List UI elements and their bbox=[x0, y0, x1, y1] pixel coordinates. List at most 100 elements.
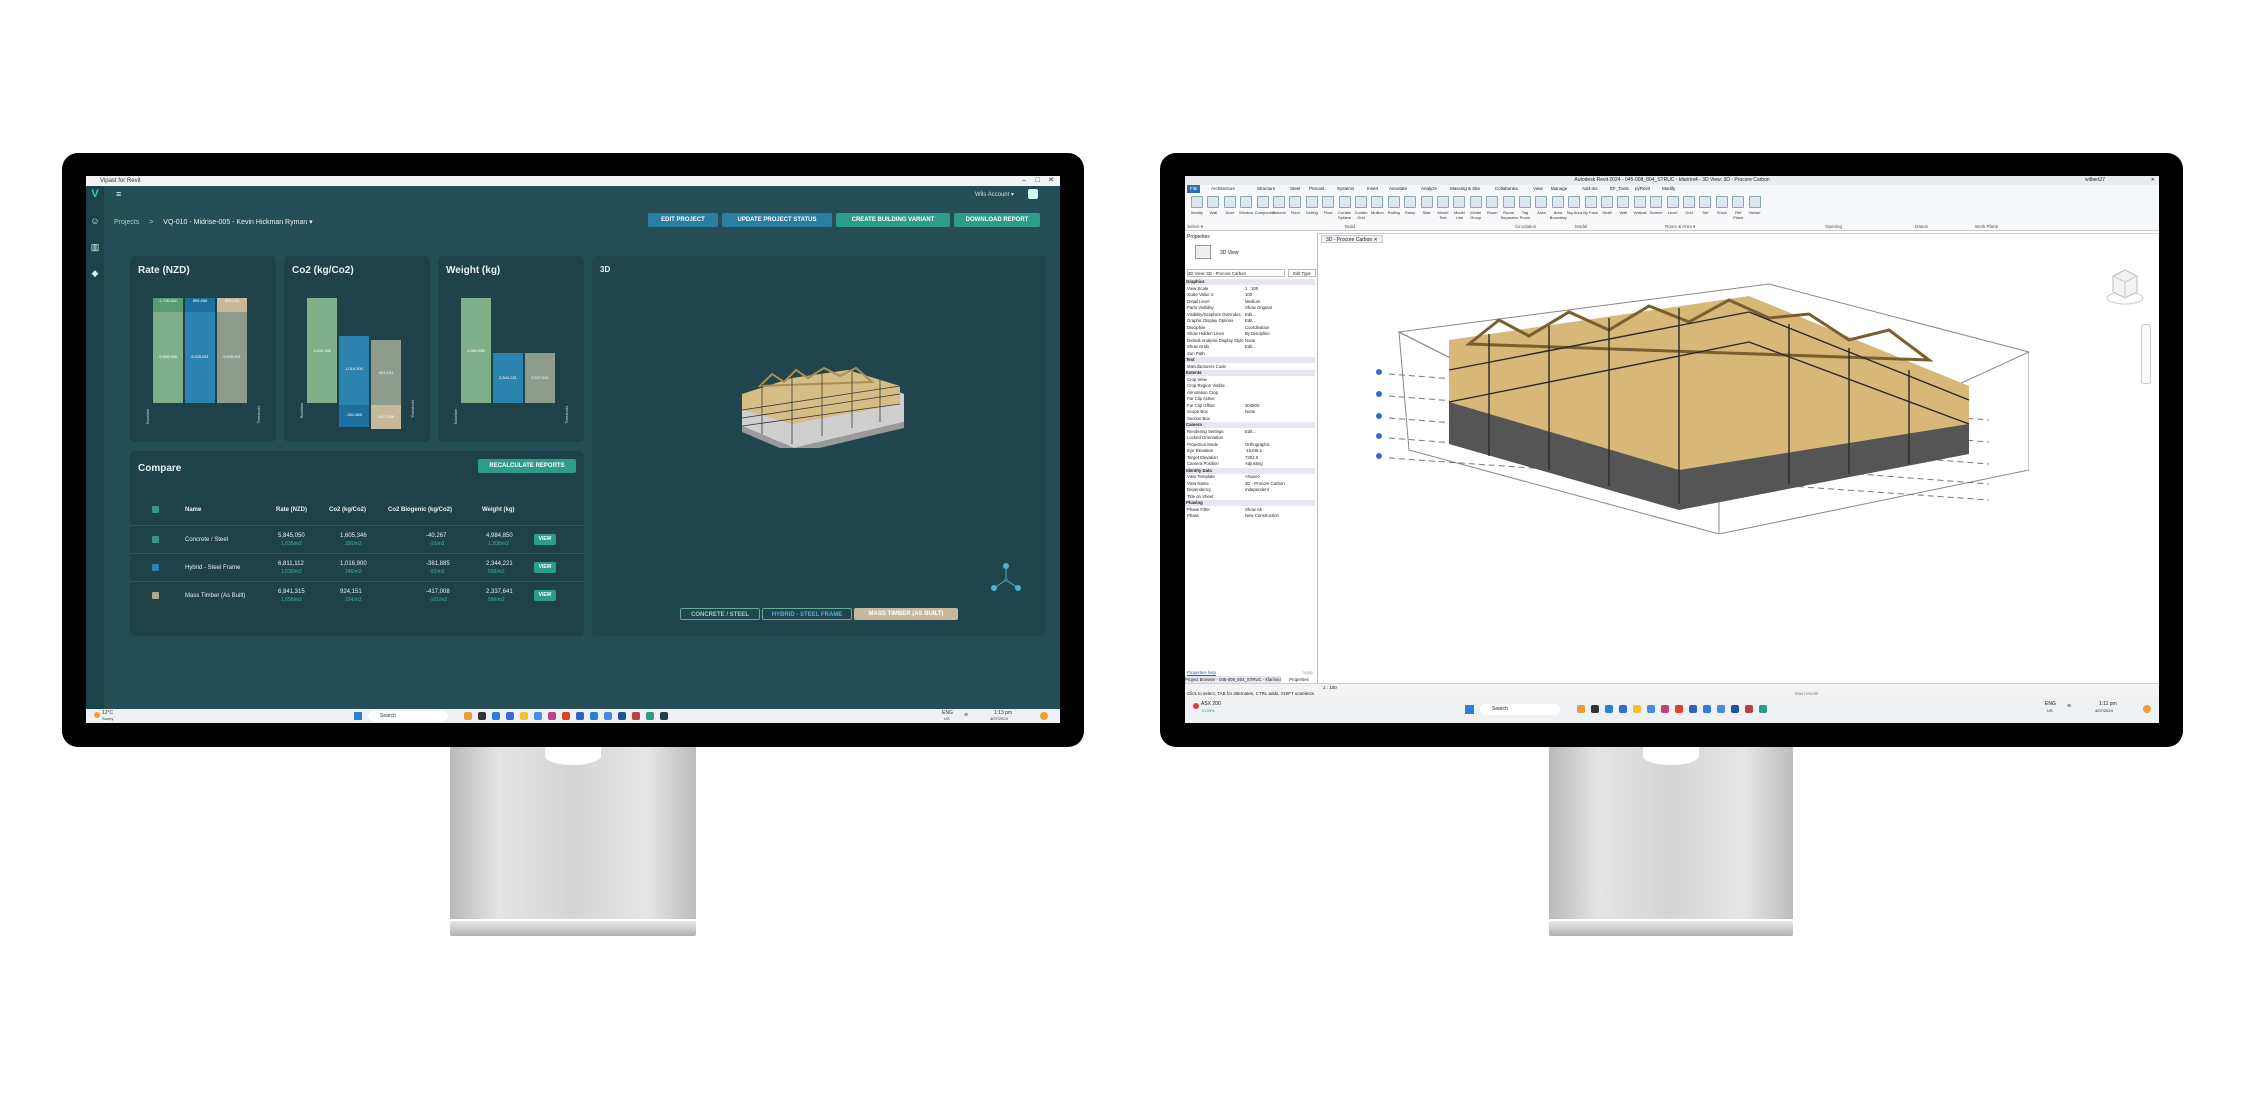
download-report-button[interactable]: DOWNLOAD REPORT bbox=[954, 213, 1040, 227]
edit-project-button[interactable]: EDIT PROJECT bbox=[648, 213, 718, 227]
app-icon[interactable] bbox=[1605, 705, 1613, 713]
app-icon[interactable] bbox=[562, 712, 570, 720]
property-value[interactable]: 3D - Procore Carbon bbox=[1245, 481, 1285, 487]
edit-type-button[interactable]: Edit Type bbox=[1288, 269, 1316, 277]
tab-addins[interactable]: Add-Ins bbox=[1582, 185, 1598, 193]
property-value[interactable]: Independent bbox=[1245, 487, 1269, 493]
main-model[interactable]: Main Model bbox=[1795, 691, 1818, 696]
app-icon[interactable] bbox=[576, 712, 584, 720]
ribbon-tool-icon[interactable] bbox=[1256, 196, 1269, 208]
app-icon[interactable] bbox=[1717, 705, 1725, 713]
app-icon[interactable] bbox=[1661, 705, 1669, 713]
navigation-bar[interactable] bbox=[2141, 324, 2151, 384]
property-value[interactable]: None bbox=[1245, 409, 1255, 415]
tab-manage[interactable]: Manage bbox=[1551, 185, 1567, 193]
row-checkbox[interactable] bbox=[152, 592, 159, 599]
variant-tab-timber[interactable]: MASS TIMBER (AS BUILT) bbox=[854, 608, 958, 620]
ribbon-tool-icon[interactable] bbox=[1273, 196, 1285, 208]
property-value[interactable]: Show All bbox=[1245, 507, 1261, 513]
app-icon[interactable] bbox=[1675, 705, 1683, 713]
axis-gizmo-icon[interactable] bbox=[988, 562, 1024, 598]
tab-collaborate[interactable]: Collaborate bbox=[1495, 185, 1518, 193]
view-button[interactable]: VIEW bbox=[534, 590, 556, 601]
ribbon-tool-icon[interactable] bbox=[1551, 196, 1564, 208]
property-value[interactable]: Adjusting bbox=[1245, 461, 1263, 467]
property-value[interactable]: <None> bbox=[1245, 474, 1260, 480]
ribbon-tool-icon[interactable] bbox=[1223, 196, 1236, 208]
ribbon-tool-icon[interactable] bbox=[1535, 196, 1548, 208]
property-value[interactable]: 304800 bbox=[1245, 403, 1259, 409]
app-icon[interactable] bbox=[632, 712, 640, 720]
app-icon[interactable] bbox=[1577, 705, 1585, 713]
ribbon-tool-icon[interactable] bbox=[1289, 196, 1302, 208]
variant-tab-concrete[interactable]: CONCRETE / STEEL bbox=[680, 608, 760, 620]
app-icon[interactable] bbox=[1703, 705, 1711, 713]
app-icon[interactable] bbox=[1591, 705, 1599, 713]
ribbon-tool-icon[interactable] bbox=[1371, 196, 1384, 208]
viewcube-icon[interactable] bbox=[2105, 264, 2145, 308]
language[interactable]: ENG bbox=[2045, 701, 2056, 707]
menu-icon[interactable]: ≡ bbox=[116, 189, 121, 199]
ribbon-tool-icon[interactable] bbox=[1469, 196, 1482, 208]
ribbon-tool-icon[interactable] bbox=[1437, 196, 1449, 208]
ribbon-tool-icon[interactable] bbox=[1207, 196, 1220, 208]
ribbon-tool-icon[interactable] bbox=[1355, 196, 1367, 208]
property-value[interactable]: Edit... bbox=[1245, 318, 1256, 324]
recalculate-reports-button[interactable]: RECALCULATE REPORTS bbox=[478, 459, 576, 473]
apply-button[interactable]: Apply bbox=[1302, 670, 1313, 675]
row-checkbox[interactable] bbox=[152, 564, 159, 571]
property-group-header[interactable]: Graphics bbox=[1185, 279, 1315, 285]
tab-analyze[interactable]: Analyze bbox=[1421, 185, 1437, 193]
tab-view[interactable]: View bbox=[1533, 185, 1543, 193]
app-icon[interactable] bbox=[1731, 705, 1739, 713]
wifi-icon[interactable]: ≋ bbox=[2067, 703, 2071, 709]
ribbon-tool-icon[interactable] bbox=[1732, 196, 1745, 208]
app-icon[interactable] bbox=[1689, 705, 1697, 713]
properties-tab[interactable]: Properties bbox=[1282, 676, 1316, 683]
ribbon-tool-icon[interactable] bbox=[1502, 196, 1515, 208]
app-icon[interactable] bbox=[492, 712, 500, 720]
property-value[interactable]: By Discipline bbox=[1245, 331, 1270, 337]
3d-viewport[interactable]: 3D - Procore Carbon ✕ bbox=[1319, 233, 2159, 683]
ribbon-tool-icon[interactable] bbox=[1305, 196, 1318, 208]
property-group-header[interactable]: Text bbox=[1185, 357, 1315, 363]
building-icon[interactable]: ▥ bbox=[86, 242, 104, 253]
app-icon[interactable] bbox=[506, 712, 514, 720]
property-value[interactable]: Edit... bbox=[1245, 429, 1256, 435]
maximize-icon[interactable]: □ bbox=[1036, 176, 1040, 186]
property-group-header[interactable]: Camera bbox=[1185, 422, 1315, 428]
app-icon[interactable] bbox=[1745, 705, 1753, 713]
app-icon[interactable] bbox=[534, 712, 542, 720]
ribbon-tool-icon[interactable] bbox=[1191, 196, 1203, 208]
app-icon[interactable] bbox=[660, 712, 668, 720]
browser-tab[interactable]: Project Browser - 045-008_804_STRUC - kf… bbox=[1185, 676, 1281, 683]
tab-eftools[interactable]: EF_Tools bbox=[1610, 185, 1629, 193]
start-icon[interactable] bbox=[354, 712, 362, 720]
ribbon-tool-icon[interactable] bbox=[1240, 196, 1253, 208]
property-value[interactable]: -15245.1 bbox=[1245, 448, 1262, 454]
tab-architecture[interactable]: Architecture bbox=[1209, 185, 1238, 193]
ribbon-tool-icon[interactable] bbox=[1650, 196, 1663, 208]
row-checkbox[interactable] bbox=[152, 536, 159, 543]
close-icon[interactable]: ✕ bbox=[1048, 176, 1054, 186]
building-model-3d[interactable] bbox=[1349, 274, 2029, 534]
breadcrumb-project[interactable]: VQ-010 - Midrise-005 - Kevin Hickman Rym… bbox=[163, 219, 312, 226]
app-icon[interactable] bbox=[618, 712, 626, 720]
view-type[interactable]: 3D View bbox=[1220, 250, 1239, 256]
view-button[interactable]: VIEW bbox=[534, 562, 556, 573]
property-group-header[interactable]: Phasing bbox=[1185, 500, 1315, 506]
box-icon[interactable]: ◆ bbox=[86, 268, 104, 279]
ribbon-tool-icon[interactable] bbox=[1404, 196, 1417, 208]
property-value[interactable]: 1 : 100 bbox=[1245, 286, 1258, 292]
view-selector[interactable]: 3D View: 3D - Procore Carbon bbox=[1187, 269, 1285, 277]
tab-massing[interactable]: Massing & Site bbox=[1450, 185, 1480, 193]
property-value[interactable]: 100 bbox=[1245, 292, 1252, 298]
close-icon[interactable]: ✕ bbox=[2151, 176, 2155, 185]
app-icon[interactable] bbox=[520, 712, 528, 720]
tab-precast[interactable]: Precast bbox=[1309, 185, 1324, 193]
app-icon[interactable] bbox=[604, 712, 612, 720]
tab-systems[interactable]: Systems bbox=[1337, 185, 1354, 193]
building-model[interactable] bbox=[732, 364, 908, 448]
ribbon-tool-icon[interactable] bbox=[1486, 196, 1499, 208]
property-group-header[interactable]: Identity Data bbox=[1185, 467, 1315, 474]
